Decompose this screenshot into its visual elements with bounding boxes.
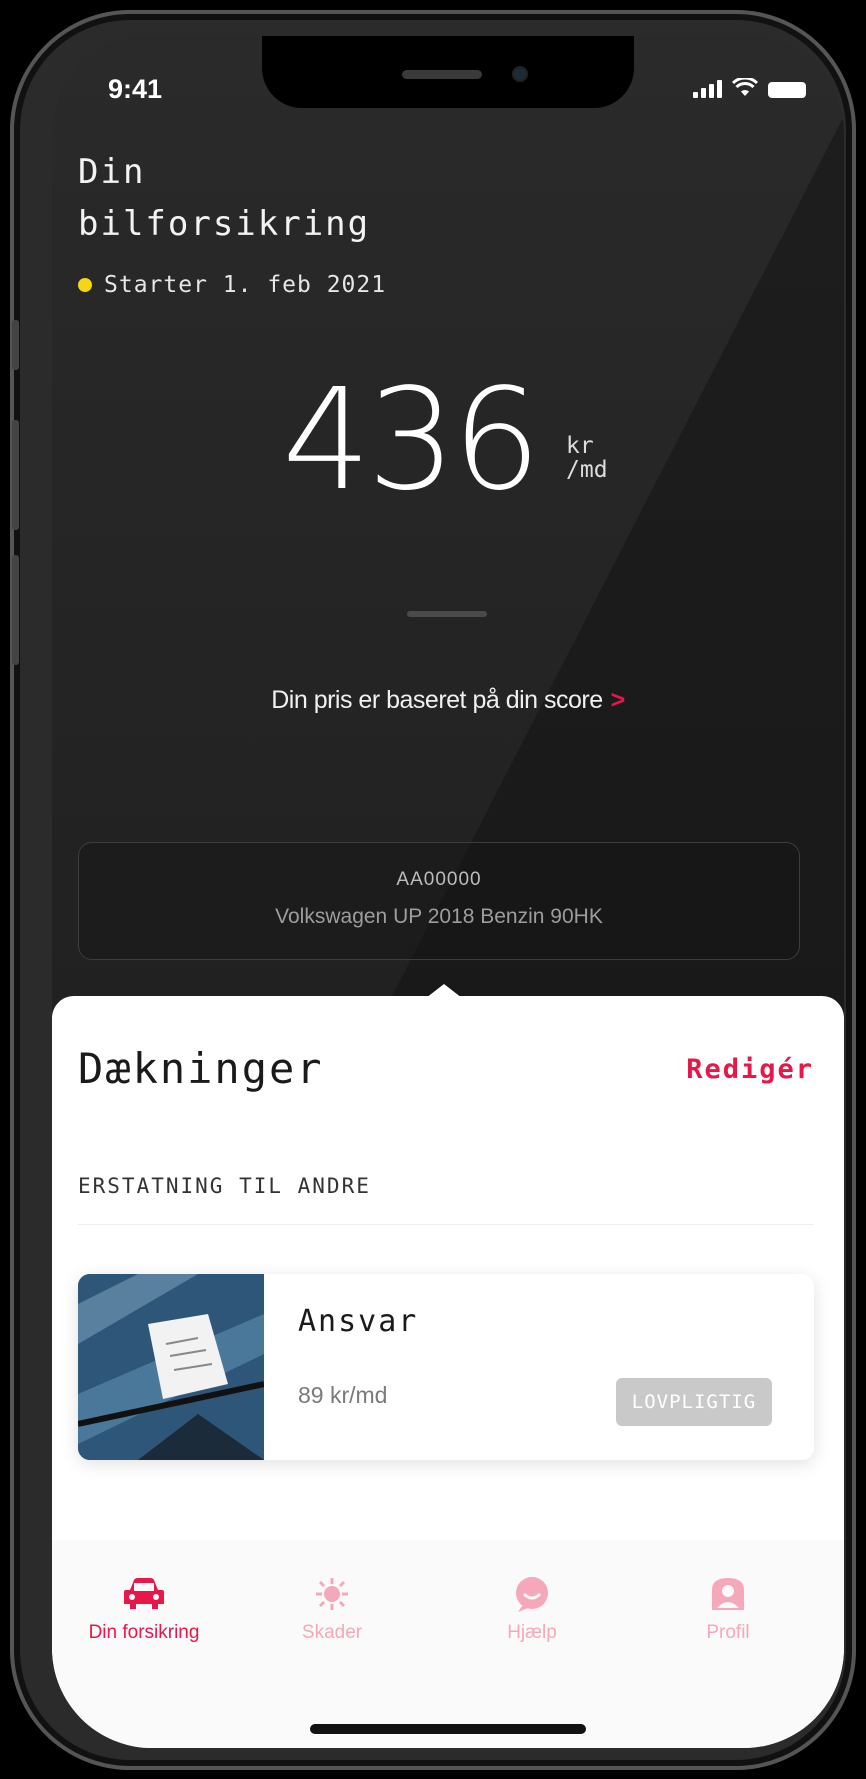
tab-skader[interactable]: Skader — [252, 1576, 412, 1644]
edit-button[interactable]: Redigér — [686, 1054, 814, 1085]
license-plate: AA00000 — [396, 869, 482, 890]
damage-icon — [316, 1578, 348, 1610]
front-camera — [514, 68, 526, 80]
home-indicator[interactable] — [310, 1724, 586, 1734]
page-title: Din bilforsikring — [78, 146, 370, 250]
tab-label: Profil — [706, 1622, 750, 1643]
volume-up-button — [12, 420, 19, 530]
price-unit-period: /md — [566, 457, 608, 483]
coverage-thumbnail — [78, 1274, 264, 1460]
coverage-price: 89 kr/md — [298, 1382, 388, 1408]
speaker — [402, 70, 482, 79]
signal-icon — [693, 80, 722, 98]
coverage-card-ansvar[interactable]: Ansvar 89 kr/md LOVPLIGTIG — [78, 1274, 814, 1460]
car-icon — [124, 1578, 164, 1609]
tab-din-forsikring[interactable]: Din forsikring — [64, 1576, 224, 1644]
divider — [407, 611, 487, 617]
start-date-text: Starter 1. feb 2021 — [104, 272, 387, 298]
tab-profil[interactable]: Profil — [648, 1576, 808, 1644]
mandatory-badge: LOVPLIGTIG — [616, 1378, 772, 1426]
coverage-name: Ansvar — [298, 1304, 419, 1339]
tab-label: Skader — [301, 1622, 363, 1643]
tab-bar: Din forsikring Skader Hjælp Profil — [52, 1540, 844, 1748]
price-unit-currency: kr — [566, 433, 594, 459]
coverage-title: Dækninger — [78, 1044, 324, 1093]
title-line-2: bilforsikring — [78, 204, 371, 244]
score-link[interactable]: Din pris er baseret på din score > — [52, 686, 844, 715]
windshield-note-image — [78, 1274, 264, 1460]
chevron-right-icon[interactable]: > — [611, 686, 626, 714]
status-icons — [693, 78, 806, 98]
phone-screen: 9:41 Din bilforsikring Starter 1. feb 20… — [52, 36, 844, 1748]
car-name: Volkswagen UP 2018 Benzin 90HK — [275, 905, 603, 928]
tab-label: Hjælp — [507, 1622, 557, 1643]
car-card[interactable]: AA00000 Volkswagen UP 2018 Benzin 90HK — [78, 842, 800, 960]
status-dot-icon — [78, 278, 92, 292]
mute-switch — [12, 320, 19, 370]
title-line-1: Din — [78, 152, 146, 192]
volume-down-button — [12, 555, 19, 665]
start-status: Starter 1. feb 2021 — [78, 272, 386, 298]
score-link-text[interactable]: Din pris er baseret på din score — [271, 686, 603, 714]
chat-icon — [516, 1577, 548, 1612]
tab-label: Din forsikring — [88, 1622, 200, 1643]
price-amount: 436 — [282, 359, 541, 522]
price-unit: kr /md — [566, 434, 608, 482]
battery-icon — [768, 82, 806, 98]
wifi-icon — [732, 78, 758, 96]
status-time: 9:41 — [108, 74, 163, 104]
profile-icon — [712, 1578, 744, 1610]
section-divider — [78, 1224, 814, 1225]
tab-hjaelp[interactable]: Hjælp — [452, 1576, 612, 1644]
section-label: ERSTATNING TIL ANDRE — [78, 1174, 371, 1198]
